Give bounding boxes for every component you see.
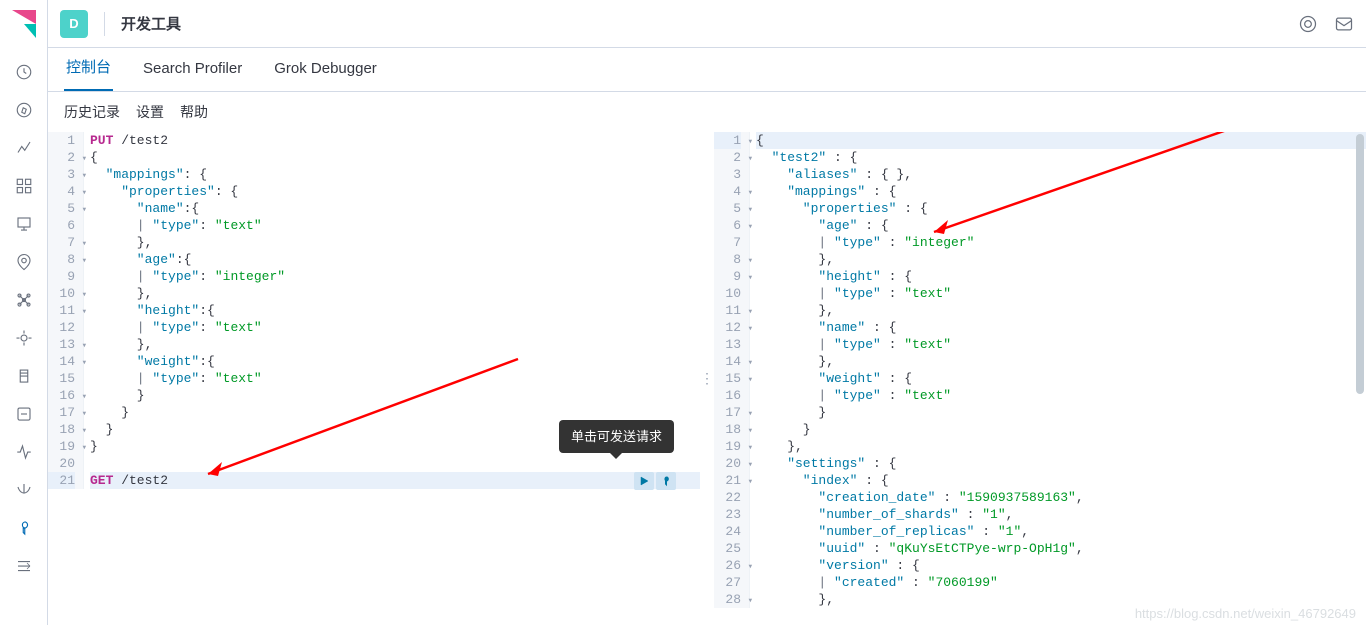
newsfeed-icon[interactable] xyxy=(1334,14,1354,34)
ml-icon[interactable] xyxy=(12,288,36,312)
history-link[interactable]: 历史记录 xyxy=(64,102,120,122)
logs-icon[interactable] xyxy=(12,364,36,388)
dashboard-icon[interactable] xyxy=(12,174,36,198)
help-link[interactable]: 帮助 xyxy=(180,102,208,122)
scrollbar-thumb[interactable] xyxy=(1356,134,1364,394)
recent-icon[interactable] xyxy=(12,60,36,84)
send-request-button[interactable] xyxy=(634,472,654,490)
request-editor[interactable]: 123456789101112131415161718192021PUT /te… xyxy=(48,132,700,625)
visualize-icon[interactable] xyxy=(12,136,36,160)
breadcrumb: 开发工具 xyxy=(121,13,181,34)
tabs: 控制台Search ProfilerGrok Debugger xyxy=(48,48,1366,92)
send-request-tooltip: 单击可发送请求 xyxy=(559,420,674,453)
pane-splitter[interactable] xyxy=(700,132,714,625)
app-badge: D xyxy=(60,10,88,38)
tab-2[interactable]: Grok Debugger xyxy=(272,48,379,91)
kibana-logo[interactable] xyxy=(0,0,48,48)
uptime-icon[interactable] xyxy=(12,440,36,464)
maps-icon[interactable] xyxy=(12,250,36,274)
toolbar: 历史记录 设置 帮助 xyxy=(48,92,1366,132)
discover-icon[interactable] xyxy=(12,98,36,122)
tab-1[interactable]: Search Profiler xyxy=(141,48,244,91)
tab-0[interactable]: 控制台 xyxy=(64,44,113,91)
sidebar xyxy=(0,0,48,625)
request-options-button[interactable] xyxy=(656,472,676,490)
siem-icon[interactable] xyxy=(12,478,36,502)
help-icon[interactable] xyxy=(1298,14,1318,34)
dev-tools-icon[interactable] xyxy=(12,516,36,540)
topbar: D 开发工具 xyxy=(48,0,1366,48)
settings-link[interactable]: 设置 xyxy=(136,102,164,122)
apm-icon[interactable] xyxy=(12,402,36,426)
response-viewer[interactable]: 1234567891011121314151617181920212223242… xyxy=(714,132,1366,625)
canvas-icon[interactable] xyxy=(12,212,36,236)
collapse-icon[interactable] xyxy=(12,554,36,578)
metrics-icon[interactable] xyxy=(12,326,36,350)
